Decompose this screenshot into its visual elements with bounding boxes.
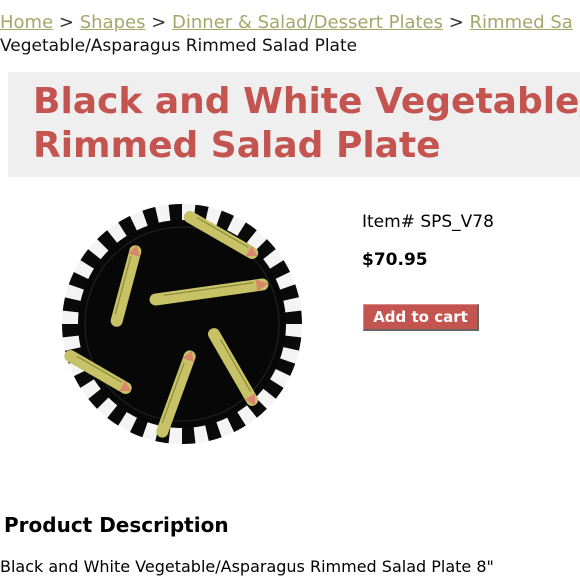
product-image[interactable]	[62, 204, 302, 444]
breadcrumb-separator: >	[58, 12, 74, 33]
product-description-text: Black and White Vegetable/Asparagus Rimm…	[0, 557, 494, 576]
add-to-cart-button[interactable]: Add to cart	[363, 304, 479, 331]
product-description-heading: Product Description	[4, 513, 229, 537]
breadcrumb-current: Vegetable/Asparagus Rimmed Salad Plate	[0, 36, 358, 56]
title-box: Black and White Vegetable/ Rimmed Salad …	[8, 72, 580, 177]
breadcrumb: Home > Shapes > Dinner & Salad/Dessert P…	[0, 12, 580, 33]
breadcrumb-link-rimmed-salad[interactable]: Rimmed Sa	[470, 12, 573, 33]
breadcrumb-link-shapes[interactable]: Shapes	[80, 12, 146, 33]
breadcrumb-separator: >	[448, 12, 464, 33]
price: $70.95	[362, 250, 428, 270]
page-title-line1: Black and White Vegetable/	[33, 81, 580, 122]
breadcrumb-link-dinner-salad-plates[interactable]: Dinner & Salad/Dessert Plates	[172, 12, 443, 33]
page-title: Black and White Vegetable/ Rimmed Salad …	[33, 80, 580, 168]
item-number: Item# SPS_V78	[362, 212, 494, 232]
page-title-line2: Rimmed Salad Plate	[33, 125, 441, 166]
breadcrumb-link-home[interactable]: Home	[0, 12, 53, 33]
breadcrumb-separator: >	[151, 12, 167, 33]
plate-icon	[62, 204, 302, 444]
